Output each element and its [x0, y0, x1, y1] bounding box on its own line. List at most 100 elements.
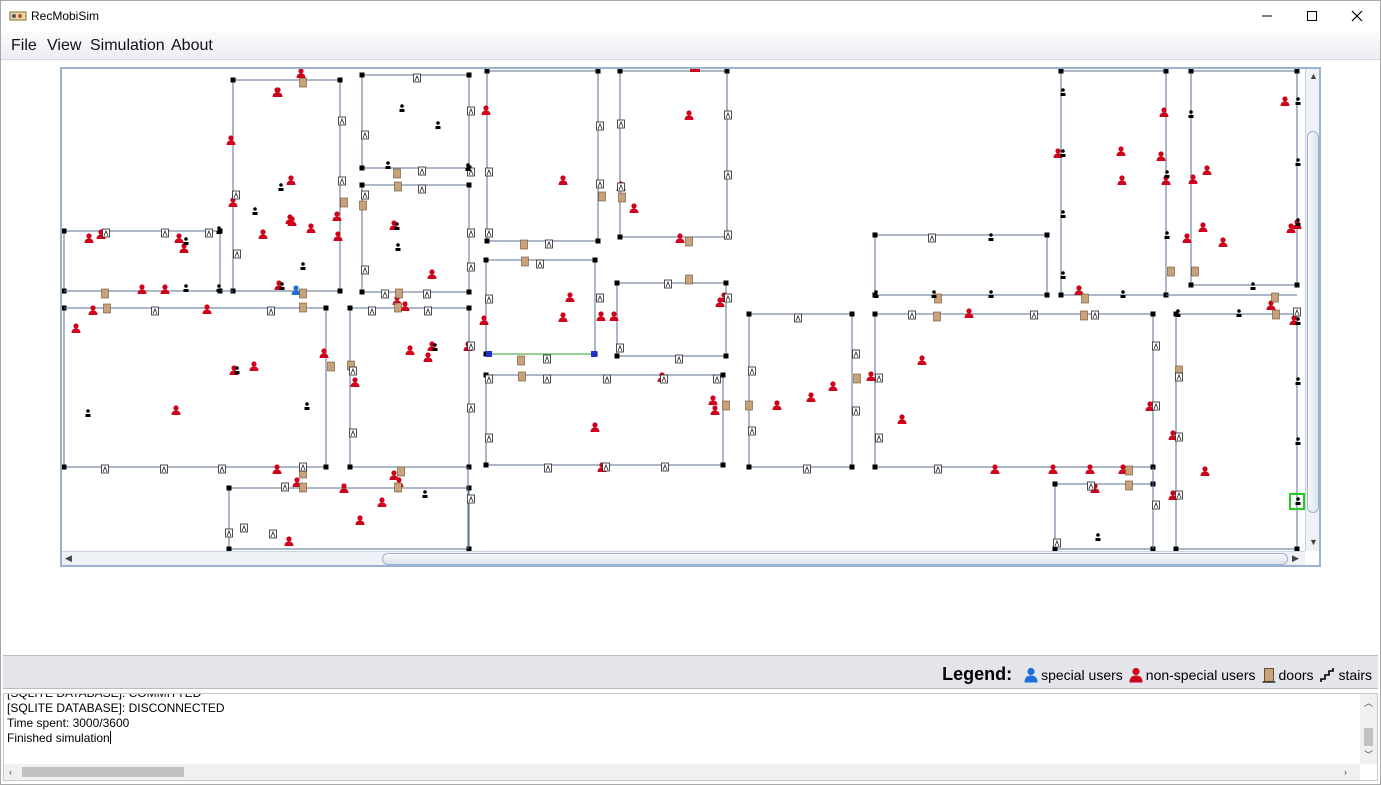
door-icon [933, 311, 941, 322]
wall-node [595, 69, 601, 74]
non-special-user-icon [1280, 96, 1290, 106]
scroll-right-arrow-icon[interactable]: ▶ [1292, 553, 1299, 563]
minimize-button[interactable] [1244, 1, 1290, 31]
legend: Legend: special users non-special users … [942, 664, 1372, 685]
scroll-up-arrow-icon[interactable]: ▲ [1309, 71, 1318, 81]
door-icon [340, 197, 348, 208]
door-icon [394, 482, 402, 493]
non-special-user-icon [377, 497, 387, 507]
wall-node [483, 257, 489, 263]
stairs-icon [435, 126, 441, 129]
stairs-icon [1061, 149, 1065, 153]
log-vertical-scrollbar[interactable]: ︿ ﹀ [1360, 694, 1377, 764]
non-special-user-icon [333, 231, 343, 241]
log-horizontal-scrollbar[interactable]: ‹ › [4, 764, 1360, 780]
stairs-icon [1060, 276, 1066, 279]
menu-view[interactable]: View [47, 37, 81, 55]
door-icon [685, 274, 693, 285]
stairs-icon [1296, 97, 1300, 101]
maximize-button[interactable] [1289, 1, 1335, 31]
non-special-user-icon [964, 308, 974, 318]
legend-label-stairs: stairs [1338, 666, 1372, 683]
title-bar[interactable]: RecMobiSim [1, 1, 1380, 31]
stairs-icon [1121, 290, 1125, 294]
log-scroll-right-icon[interactable]: › [1344, 767, 1347, 777]
door-icon [103, 303, 111, 314]
wall-node [359, 72, 365, 78]
close-button[interactable] [1334, 1, 1380, 31]
log-scroll-down-icon[interactable]: ﹀ [1364, 750, 1373, 760]
log-line-last: Finished simulation [7, 731, 225, 746]
wall-node [872, 464, 878, 470]
window-title: RecMobiSim [31, 9, 100, 23]
menu-about[interactable]: About [171, 37, 213, 55]
wall-node [484, 238, 490, 244]
stairs-icon [1096, 533, 1100, 537]
maximize-icon [1307, 11, 1317, 21]
non-special-user-icon [423, 352, 433, 362]
non-special-user-icon [565, 292, 575, 302]
legend-label-special-users: special users [1041, 666, 1123, 683]
wall-node [62, 228, 67, 234]
wall-node [617, 234, 623, 240]
non-special-user-icon [400, 301, 410, 311]
stairs-icon [279, 287, 285, 290]
wall-node [849, 311, 855, 317]
wall-node [849, 464, 855, 470]
menu-simulation[interactable]: Simulation [90, 37, 165, 55]
non-special-user-icon [1129, 667, 1143, 682]
door-icon [1191, 266, 1199, 277]
log-vertical-scroll-thumb[interactable] [1364, 728, 1373, 746]
wall-node [595, 238, 601, 244]
floor-map-viewport[interactable]: ▲ ▼ ◀ ▶ [60, 67, 1321, 567]
stairs-icon [217, 226, 221, 230]
stairs-icon [436, 121, 440, 125]
menu-file[interactable]: File [11, 37, 37, 55]
log-horizontal-scroll-thumb[interactable] [22, 767, 184, 777]
map-vertical-scroll-thumb[interactable] [1307, 131, 1319, 513]
log-scroll-up-icon[interactable]: ︿ [1364, 698, 1373, 708]
room-wall [616, 282, 727, 357]
stairs-icon [1165, 170, 1169, 174]
room-wall [874, 234, 1048, 296]
non-special-user-icon [137, 284, 147, 294]
scroll-down-arrow-icon[interactable]: ▼ [1309, 537, 1318, 547]
map-horizontal-scrollbar[interactable]: ◀ ▶ [62, 551, 1305, 565]
wall-node [359, 165, 365, 171]
non-special-user-icon [272, 464, 282, 474]
wall-node [323, 305, 329, 311]
non-special-user-icon [629, 203, 639, 213]
non-special-user-icon [405, 345, 415, 355]
stairs-icon [395, 222, 399, 226]
scroll-left-arrow-icon[interactable]: ◀ [65, 553, 72, 563]
stairs-icon [394, 227, 400, 230]
log-text[interactable]: [SQLITE DATABASE]: COMMITTED [SQLITE DAT… [7, 694, 225, 746]
door-icon [520, 239, 528, 250]
non-special-user-icon [558, 175, 568, 185]
map-vertical-scrollbar[interactable]: ▲ ▼ [1305, 69, 1319, 551]
legend-entry-doors: doors [1262, 667, 1314, 683]
map-horizontal-scroll-thumb[interactable] [382, 553, 1288, 565]
wall-node [347, 464, 353, 470]
door-icon [745, 400, 753, 411]
non-special-user-icon [675, 233, 685, 243]
floor-map-canvas[interactable] [62, 69, 1305, 551]
wall-node [1058, 69, 1064, 74]
log-console[interactable]: [SQLITE DATABASE]: COMMITTED [SQLITE DAT… [3, 693, 1378, 781]
door-icon [327, 361, 335, 372]
wall-node [723, 280, 729, 286]
room-wall [1190, 70, 1298, 286]
legend-entry-stairs: stairs [1319, 666, 1372, 683]
stairs-icon [1295, 382, 1301, 385]
wall-node [1058, 292, 1064, 298]
log-scroll-left-icon[interactable]: ‹ [9, 767, 12, 777]
room-wall [349, 307, 470, 468]
wall-node [617, 69, 623, 74]
wall-node [746, 311, 752, 317]
stairs-icon [1060, 93, 1066, 96]
door-icon [517, 355, 525, 366]
stairs-icon [1236, 314, 1242, 317]
non-special-user-icon [897, 414, 907, 424]
stairs-icon [216, 231, 222, 234]
stairs-icon [85, 414, 91, 417]
